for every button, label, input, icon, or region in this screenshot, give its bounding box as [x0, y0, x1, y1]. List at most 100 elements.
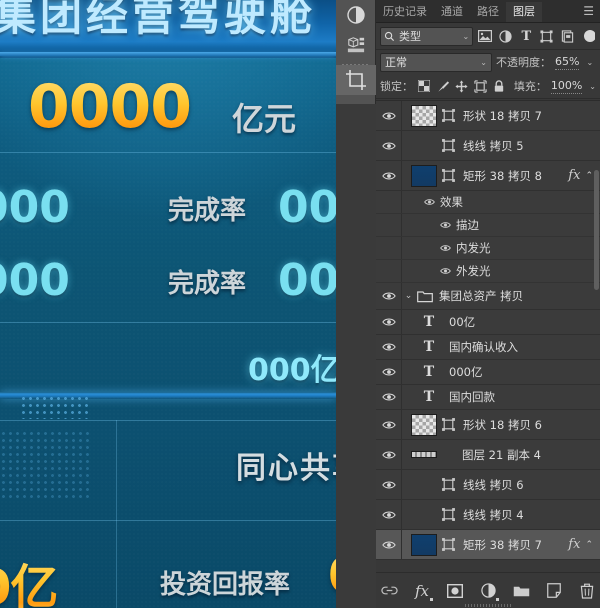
eye-icon[interactable] — [440, 267, 451, 275]
layer-effects-header-row[interactable]: 效果 — [376, 191, 600, 214]
layer-row[interactable]: 形状 18 拷贝 7 — [376, 101, 600, 131]
tab-history[interactable]: 历史记录 — [376, 2, 434, 22]
layer-style-button[interactable]: fx — [413, 581, 433, 601]
panel-resize-grip[interactable] — [465, 604, 511, 607]
layer-effect-row[interactable]: 描边 — [376, 214, 600, 237]
scrollbar-thumb[interactable] — [594, 170, 599, 290]
vector-mask-icon[interactable] — [441, 477, 456, 492]
layer-group-row[interactable]: ⌄ 集团总资产 拷贝 — [376, 283, 600, 310]
text-layer-row[interactable]: T 00亿 — [376, 310, 600, 335]
type-layer-icon[interactable]: T — [416, 314, 442, 330]
group-expand-toggle[interactable]: ⌄ — [402, 291, 415, 301]
folder-icon — [415, 290, 435, 303]
chevron-up-icon[interactable]: ⌃ — [585, 171, 593, 181]
layer-visibility-toggle[interactable] — [376, 470, 402, 499]
tab-layers[interactable]: 图层 — [506, 2, 542, 22]
adjustment-filter-icon[interactable] — [498, 28, 514, 45]
eye-icon[interactable] — [440, 244, 451, 252]
smart-object-filter-icon[interactable] — [559, 28, 575, 45]
type-layer-icon[interactable]: T — [416, 339, 442, 355]
text-layer-row[interactable]: T 000亿 — [376, 360, 600, 385]
layer-row[interactable]: 形状 18 拷贝 6 — [376, 410, 600, 440]
group-visibility-toggle[interactable] — [376, 283, 402, 309]
text-layer-row[interactable]: T 国内回款 — [376, 385, 600, 410]
document-canvas[interactable]: 集团经营驾驶舱 0000 亿元 000 完成率 00% 000 完成率 00% … — [0, 0, 336, 608]
opacity-spinner-icon[interactable]: ⌄ — [586, 58, 593, 67]
layer-row[interactable]: 线线 拷贝 5 — [376, 131, 600, 161]
layer-visibility-toggle[interactable] — [376, 101, 402, 130]
new-group-button[interactable] — [512, 581, 531, 600]
brush-icon — [438, 80, 449, 92]
layer-thumbnail[interactable] — [411, 451, 437, 458]
text-layer-row[interactable]: T 国内确认收入 — [376, 335, 600, 360]
layer-thumbnail-wrap — [402, 104, 440, 127]
layer-visibility-toggle[interactable] — [376, 310, 402, 334]
layer-thumbnail[interactable] — [411, 413, 437, 436]
effect-visibility-toggle[interactable] — [376, 260, 402, 282]
link-layers-button[interactable] — [380, 581, 399, 600]
type-filter-icon[interactable]: T — [518, 28, 534, 45]
layer-thumbnail[interactable] — [411, 104, 437, 127]
effect-visibility-toggle[interactable] — [376, 214, 402, 236]
filter-type-select[interactable]: 类型 ⌄ — [380, 26, 474, 46]
eye-icon — [381, 343, 396, 351]
delete-layer-button[interactable] — [578, 581, 597, 600]
vector-mask-icon[interactable] — [441, 108, 456, 123]
vector-mask-icon[interactable] — [441, 537, 456, 552]
adjustment-layer-button[interactable] — [479, 581, 499, 601]
opacity-value[interactable]: 65% — [555, 55, 580, 70]
gradient-tool-button[interactable] — [336, 0, 376, 30]
panel-menu-icon[interactable]: ☰ — [577, 1, 600, 22]
type-layer-icon[interactable]: T — [416, 389, 442, 405]
layer-visibility-toggle[interactable] — [376, 500, 402, 529]
effects-visibility-toggle[interactable] — [376, 191, 402, 213]
layer-row[interactable]: 矩形 38 拷贝 8 fx ⌃ — [376, 161, 600, 191]
vector-mask-icon[interactable] — [441, 507, 456, 522]
layer-visibility-toggle[interactable] — [376, 440, 402, 469]
crop-tool-button[interactable] — [336, 65, 376, 95]
layer-row[interactable]: 线线 拷贝 4 — [376, 500, 600, 530]
shape-filter-icon[interactable] — [539, 28, 555, 45]
lock-artboard-nesting-icon[interactable] — [473, 77, 488, 95]
fill-spinner-icon[interactable]: ⌄ — [589, 82, 596, 91]
layer-row[interactable]: 图层 21 副本 4 — [376, 440, 600, 470]
type-layer-icon[interactable]: T — [416, 364, 442, 380]
layer-visibility-toggle[interactable] — [376, 360, 402, 384]
blend-mode-select[interactable]: 正常 ⌄ — [380, 52, 492, 72]
chevron-up-icon[interactable]: ⌃ — [585, 540, 593, 550]
fill-value[interactable]: 100% — [550, 79, 583, 94]
tab-channels[interactable]: 通道 — [434, 2, 470, 22]
layer-visibility-toggle[interactable] — [376, 335, 402, 359]
layer-list[interactable]: 形状 18 拷贝 7 线线 拷贝 5 矩形 38 拷贝 8 fx ⌃ 效果 描边… — [376, 100, 600, 572]
layer-visibility-toggle[interactable] — [376, 161, 402, 190]
layer-visibility-toggle[interactable] — [376, 410, 402, 439]
lock-position-icon[interactable] — [455, 77, 470, 95]
layer-visibility-toggle[interactable] — [376, 385, 402, 409]
layer-effect-row[interactable]: 内发光 — [376, 237, 600, 260]
new-layer-button[interactable] — [545, 581, 564, 600]
add-mask-button[interactable] — [446, 581, 465, 600]
layer-thumbnail[interactable] — [411, 164, 437, 187]
lock-transparent-pixels-icon[interactable] — [417, 77, 432, 95]
effect-visibility-toggle[interactable] — [376, 237, 402, 259]
vector-mask-icon[interactable] — [441, 168, 456, 183]
eye-icon[interactable] — [424, 198, 435, 206]
pixel-filter-icon[interactable] — [477, 28, 493, 45]
lock-image-pixels-icon[interactable] — [436, 77, 451, 95]
layer-thumbnail[interactable] — [411, 533, 437, 556]
vector-mask-icon[interactable] — [441, 417, 456, 432]
layer-effect-row[interactable]: 外发光 — [376, 260, 600, 283]
layer-visibility-toggle[interactable] — [376, 131, 402, 160]
half-circle-icon — [499, 29, 513, 43]
filter-toggle-icon[interactable] — [580, 28, 596, 45]
eye-icon[interactable] — [440, 221, 451, 229]
lock-all-icon[interactable] — [492, 77, 507, 95]
layer-row[interactable]: 线线 拷贝 6 — [376, 470, 600, 500]
layer-row-selected[interactable]: 矩形 38 拷贝 7 fx ⌃ — [376, 530, 600, 560]
tab-paths[interactable]: 路径 — [470, 2, 506, 22]
layer-visibility-toggle[interactable] — [376, 530, 402, 559]
vector-mask-icon[interactable] — [441, 138, 456, 153]
layer-list-scrollbar[interactable] — [593, 100, 600, 572]
3d-material-tool-button[interactable] — [336, 30, 376, 60]
canvas-total-value: 0000 — [28, 72, 192, 142]
